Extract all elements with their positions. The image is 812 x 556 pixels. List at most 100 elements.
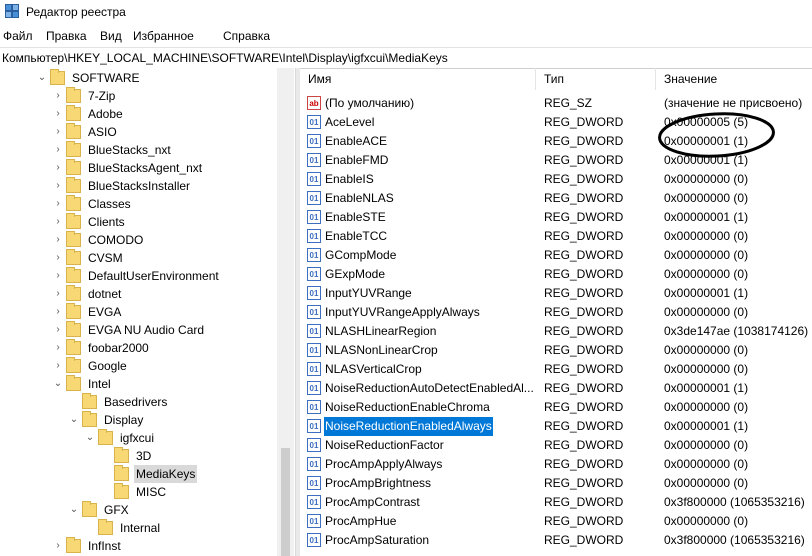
chevron-right-icon[interactable]: › <box>52 213 64 231</box>
value-name: EnableTCC <box>325 229 388 243</box>
value-row[interactable]: 01 NLASHLinearRegion REG_DWORD 0x3de147ae (… <box>300 322 812 341</box>
address-path[interactable]: Компьютер\HKEY_LOCAL_MACHINE\SOFTWARE\In… <box>2 51 448 65</box>
folder-icon <box>66 87 81 103</box>
menu-favorites[interactable]: Избранное <box>133 29 194 43</box>
dword-value-icon: 01 <box>307 343 321 357</box>
value-type: REG_DWORD <box>544 210 624 224</box>
dword-value-icon: 01 <box>307 305 321 319</box>
value-row[interactable]: 01 InputYUVRangeApplyAlways REG_DWORD 0x000… <box>300 303 812 322</box>
tree-item-label: Clients <box>88 215 125 229</box>
tree-scrollbar[interactable] <box>277 68 294 556</box>
dword-value-icon: 01 <box>307 438 321 452</box>
value-row[interactable]: 01 ProcAmpSaturation REG_DWORD 0x3f800000 (… <box>300 531 812 550</box>
value-row[interactable]: 01 ProcAmpHue REG_DWORD 0x00000000 (0) <box>300 512 812 531</box>
value-row[interactable]: 01 ProcAmpContrast REG_DWORD 0x3f800000 (10… <box>300 493 812 512</box>
chevron-right-icon[interactable]: › <box>52 105 64 123</box>
column-header-type[interactable]: Тип <box>536 68 656 90</box>
value-data: 0x00000000 (0) <box>664 343 749 357</box>
menu-help[interactable]: Справка <box>223 29 270 43</box>
chevron-down-icon[interactable]: ⌄ <box>52 375 64 393</box>
value-row[interactable]: 01 NLASVerticalCrop REG_DWORD 0x00000000 (0… <box>300 360 812 379</box>
chevron-right-icon[interactable]: › <box>52 123 64 141</box>
value-name: InputYUVRangeApplyAlways <box>325 305 480 319</box>
chevron-right-icon[interactable]: › <box>52 177 64 195</box>
tree-scrollbar-thumb[interactable] <box>281 448 290 556</box>
value-row[interactable]: 01 NoiseReductionEnableChroma REG_DWORD 0x0… <box>300 398 812 417</box>
dword-value-icon: 01 <box>307 381 321 395</box>
dword-value-icon: 01 <box>307 267 321 281</box>
value-row[interactable]: 01 NoiseReductionEnabledAlways REG_DWORD 0x… <box>300 416 812 437</box>
dword-value-icon: 01 <box>307 134 321 148</box>
value-type: REG_DWORD <box>544 286 624 300</box>
value-row[interactable]: 01 ProcAmpBrightness REG_DWORD 0x00000000 (… <box>300 474 812 493</box>
key-tree[interactable]: ⌄ SOFTWARE › 7-Zip › Adobe › ASIO › Blue… <box>0 68 297 556</box>
chevron-right-icon[interactable]: › <box>52 195 64 213</box>
dword-value-icon: 01 <box>307 210 321 224</box>
value-data: 0x00000001 (1) <box>664 419 749 433</box>
chevron-right-icon[interactable]: › <box>52 357 64 375</box>
tree-item-label: igfxcui <box>120 431 155 445</box>
chevron-right-icon[interactable]: › <box>52 231 64 249</box>
value-type: REG_DWORD <box>544 419 624 433</box>
chevron-down-icon[interactable]: ⌄ <box>84 429 96 447</box>
value-type: REG_DWORD <box>544 400 624 414</box>
value-type: REG_DWORD <box>544 248 624 262</box>
folder-icon <box>114 447 129 463</box>
value-name: NoiseReductionFactor <box>325 438 444 452</box>
chevron-down-icon[interactable]: ⌄ <box>36 69 48 87</box>
column-header-value[interactable]: Значение <box>656 68 812 90</box>
value-row[interactable]: 01 EnableTCC REG_DWORD 0x00000000 (0) <box>300 227 812 246</box>
folder-icon <box>66 321 81 337</box>
tree-item-label: GFX <box>104 503 129 517</box>
chevron-right-icon[interactable]: › <box>52 249 64 267</box>
value-row[interactable]: 01 InputYUVRange REG_DWORD 0x00000001 (1) <box>300 284 812 303</box>
tree-item-label: SOFTWARE <box>72 71 140 85</box>
chevron-right-icon[interactable]: › <box>52 285 64 303</box>
chevron-right-icon[interactable]: › <box>52 87 64 105</box>
chevron-right-icon[interactable]: › <box>52 321 64 339</box>
chevron-right-icon[interactable]: › <box>52 537 64 555</box>
value-type: REG_DWORD <box>544 533 624 547</box>
value-row[interactable]: 01 EnableIS REG_DWORD 0x00000000 (0) <box>300 170 812 189</box>
value-type: REG_SZ <box>544 96 593 110</box>
column-header-name[interactable]: Имя <box>300 68 536 90</box>
value-row[interactable]: 01 NoiseReductionFactor REG_DWORD 0x0000000… <box>300 436 812 455</box>
value-row[interactable]: 01 GExpMode REG_DWORD 0x00000000 (0) <box>300 265 812 284</box>
value-type: REG_DWORD <box>544 229 624 243</box>
value-row[interactable]: 01 NLASNonLinearCrop REG_DWORD 0x00000000 (… <box>300 341 812 360</box>
folder-icon <box>66 231 81 247</box>
value-row[interactable]: 01 ProcAmpApplyAlways REG_DWORD 0x00000000 … <box>300 455 812 474</box>
value-type: REG_DWORD <box>544 305 624 319</box>
chevron-right-icon[interactable]: › <box>52 303 64 321</box>
value-row[interactable]: 01 EnableNLAS REG_DWORD 0x00000000 (0) <box>300 189 812 208</box>
value-row[interactable]: 01 NoiseReductionAutoDetectEnabledAl... RE… <box>300 379 812 398</box>
value-type: REG_DWORD <box>544 362 624 376</box>
value-name: EnableIS <box>325 172 374 186</box>
value-name: NoiseReductionEnabledAlways <box>323 416 494 437</box>
chevron-down-icon[interactable]: ⌄ <box>68 411 80 429</box>
chevron-right-icon[interactable]: › <box>52 267 64 285</box>
tree-item-label: Basedrivers <box>104 395 168 409</box>
address-bar[interactable]: Компьютер\HKEY_LOCAL_MACHINE\SOFTWARE\In… <box>0 47 812 69</box>
hand-drawn-circle-annotation <box>658 112 775 158</box>
value-name: InputYUVRange <box>325 286 412 300</box>
dword-value-icon: 01 <box>307 533 321 547</box>
value-data: 0x00000000 (0) <box>664 400 749 414</box>
menu-edit[interactable]: Правка <box>46 29 87 43</box>
value-type: REG_DWORD <box>544 324 624 338</box>
tree-item-label: BlueStacksAgent_nxt <box>88 161 203 175</box>
chevron-right-icon[interactable]: › <box>52 141 64 159</box>
value-row[interactable]: 01 GCompMode REG_DWORD 0x00000000 (0) <box>300 246 812 265</box>
chevron-right-icon[interactable]: › <box>52 159 64 177</box>
value-row[interactable]: 01 EnableSTE REG_DWORD 0x00000001 (1) <box>300 208 812 227</box>
menu-view[interactable]: Вид <box>100 29 122 43</box>
dword-value-icon: 01 <box>307 115 321 129</box>
menu-file[interactable]: Файл <box>3 29 33 43</box>
value-type: REG_DWORD <box>544 115 624 129</box>
value-name: ProcAmpSaturation <box>325 533 430 547</box>
chevron-down-icon[interactable]: ⌄ <box>68 501 80 519</box>
chevron-right-icon[interactable]: › <box>52 339 64 357</box>
folder-icon <box>66 213 81 229</box>
value-type: REG_DWORD <box>544 438 624 452</box>
folder-icon <box>66 285 81 301</box>
